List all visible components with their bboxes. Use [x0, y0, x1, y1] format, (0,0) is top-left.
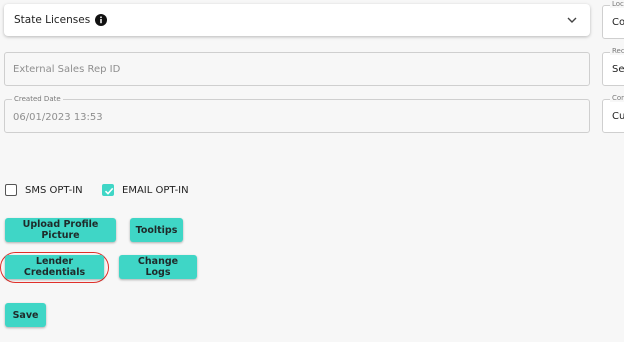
state-licenses-title: State Licenses	[14, 14, 91, 26]
created-date-label: Created Date	[12, 95, 63, 103]
tooltips-button[interactable]: Tooltips	[130, 218, 183, 242]
right-field-reco-value: Sel	[612, 64, 624, 75]
lender-credentials-button[interactable]: Lender Credentials	[5, 255, 104, 279]
state-licenses-panel[interactable]: State Licenses	[4, 4, 590, 36]
right-field-reco-label: Reco	[610, 47, 624, 55]
external-sales-rep-id-input[interactable]: External Sales Rep ID	[4, 52, 590, 86]
info-icon[interactable]	[95, 14, 108, 26]
created-date-value: 06/01/2023 13:53	[13, 112, 103, 123]
right-field-location-value: Cor	[612, 17, 624, 28]
upload-profile-picture-button[interactable]: Upload Profile Picture	[5, 218, 116, 242]
right-field-location-label: Loca	[610, 0, 624, 8]
sms-opt-in-row[interactable]: SMS OPT-IN	[5, 184, 83, 196]
external-sales-rep-id-placeholder: External Sales Rep ID	[13, 64, 121, 75]
created-date-field: Created Date 06/01/2023 13:53	[4, 95, 590, 133]
right-field-con[interactable]: Cu	[602, 99, 624, 133]
email-opt-in-checkbox[interactable]	[102, 184, 114, 196]
sms-opt-in-checkbox[interactable]	[5, 184, 17, 196]
right-field-con-label: Con	[610, 94, 624, 102]
right-field-location[interactable]: Cor	[602, 5, 624, 39]
right-field-reco[interactable]: Sel	[602, 52, 624, 86]
change-logs-button[interactable]: Change Logs	[119, 255, 197, 279]
right-field-con-value: Cu	[612, 111, 624, 122]
sms-opt-in-label: SMS OPT-IN	[25, 184, 83, 196]
user-settings-form: State Licenses External Sales Rep ID Cre…	[0, 0, 624, 342]
email-opt-in-label: EMAIL OPT-IN	[122, 184, 189, 196]
save-button[interactable]: Save	[5, 303, 46, 327]
checkmark-icon	[104, 187, 114, 195]
chevron-down-icon[interactable]	[566, 14, 578, 26]
email-opt-in-row[interactable]: EMAIL OPT-IN	[102, 184, 189, 196]
